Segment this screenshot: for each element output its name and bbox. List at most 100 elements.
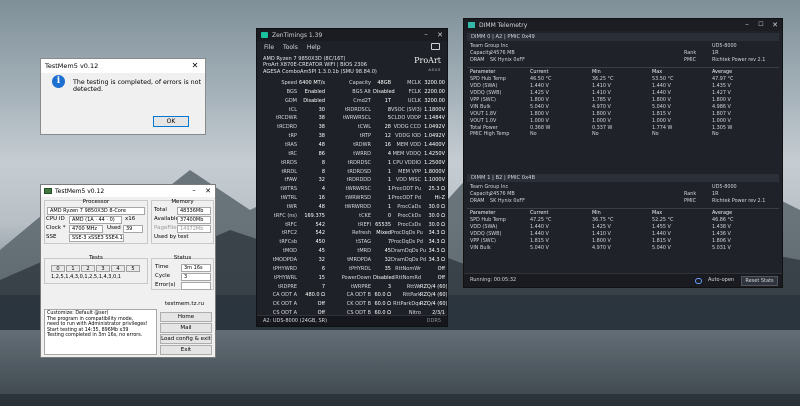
timing-row: GDM Disabled Cmd2T 1T UCLK 3200.00 — [257, 98, 447, 105]
dimm-statusbar: Running: 00:05:32 Auto-open Reset Stats — [464, 273, 782, 287]
timing-row: CA ODT A 480.0 Ω CA ODT B 60.0 Ω RttPark RZQ/… — [257, 292, 447, 299]
timing-value: 45 — [318, 248, 325, 255]
timing-label: ProcCaDs — [397, 203, 421, 210]
timing-value: Mixed — [376, 230, 391, 237]
clock-label: Clock * — [46, 225, 66, 231]
timing-row: tRFC 542 tREFI 65535 ProcCsDs 30.0 Ω — [257, 221, 447, 229]
timing-label: tCKE — [359, 212, 371, 219]
timing-label: tRRDS — [281, 159, 297, 166]
parameter-value: 53.50 °C — [652, 76, 674, 83]
parameter-value: 1.440 V — [652, 231, 671, 237]
close-icon[interactable]: ✕ — [433, 29, 447, 41]
timing-label: CA ODT A — [272, 292, 297, 299]
cpu-id-label: CPU ID — [46, 216, 65, 222]
timing-value: 1 — [387, 203, 391, 210]
timing-value: 30 — [318, 106, 325, 113]
dimm-titlebar[interactable]: DIMM Telemetry — [464, 19, 782, 31]
parameter-value: 5.040 V — [530, 244, 549, 251]
timing-value: 32 — [318, 257, 325, 263]
timing-value: 1 — [387, 195, 391, 202]
timing-label: MEM VDDQ — [392, 150, 421, 157]
parameter-value: 5.040 V — [652, 103, 671, 110]
timing-label: tSTAG — [355, 239, 371, 246]
minimize-icon[interactable]: – — [419, 29, 433, 41]
proart-logo-text: ProArt — [414, 56, 441, 65]
used-by-test-label: Used by test — [154, 234, 189, 240]
timing-label: tRFCsb — [279, 239, 297, 246]
test-cell: 2 — [81, 265, 95, 272]
timing-row: tRAS 48 tRDWR 16 MEM VDD 1.4400V — [257, 141, 447, 149]
column-label: Current — [530, 68, 549, 75]
timing-row: tWTRL 16 tWRWRSD 1 ProcODT Pd Hi-Z — [257, 195, 447, 202]
timing-label: tREFI — [358, 221, 371, 228]
close-icon[interactable]: ✕ — [185, 59, 205, 73]
close-icon[interactable]: ✕ — [768, 19, 782, 31]
timing-label: MCLK — [407, 80, 421, 86]
parameter-value: No — [530, 131, 537, 138]
site-link[interactable]: testmem.tz.ru — [165, 301, 204, 307]
timing-row: tRFCsb 450 tSTAG 7 ProcDqDs Pd 34.3 Ω — [257, 239, 447, 246]
dimm-column-header: Parameter Current Min Max Average — [464, 210, 782, 217]
status-header: Status — [173, 255, 192, 261]
exit-button[interactable]: Exit — [160, 345, 212, 355]
maximize-icon[interactable]: ☐ — [754, 19, 768, 31]
ok-button[interactable]: OK — [153, 116, 189, 127]
timing-value: 1.1484V — [424, 115, 445, 122]
timing-label: MEM VPP — [398, 168, 421, 175]
timing-row: tFAW 32 tRDRDDD 1 VDD MISC 1.1000V — [257, 177, 447, 184]
clock-field: 4700 MHz — [69, 225, 103, 233]
testmem-title: TestMem5 v0.12 — [55, 187, 105, 195]
log-line: Testing completed in 3m 16s, no errors. — [47, 333, 143, 339]
timing-value: 48 — [318, 141, 325, 148]
auto-open-toggle[interactable] — [695, 278, 702, 284]
load-config-exit-button[interactable]: Load config & exit — [160, 334, 212, 344]
timing-label: tWRRD — [353, 150, 371, 157]
menu-tools[interactable]: Tools — [283, 44, 298, 51]
timing-row: tCL 30 tRDRDSCL 8 VSOC (SVI3) 1.1800V — [257, 106, 447, 114]
dimm-info-row: Team Group Inc UD5-8000 — [464, 43, 782, 50]
home-button[interactable]: Home — [160, 312, 212, 322]
timing-label: CPU VDDIO — [392, 159, 421, 166]
timing-value: 3 — [387, 283, 391, 290]
parameter-value: 5.040 V — [652, 244, 671, 251]
dimm-info-field: UD5-8000 — [712, 184, 737, 190]
log-box[interactable]: Customize: Default @ser) The program in c… — [44, 309, 157, 355]
reset-stats-button[interactable]: Reset Stats — [741, 276, 778, 286]
parameter-value: No — [592, 131, 599, 138]
timing-label: DramDqDs Pu — [391, 248, 427, 255]
timing-value: 28 — [384, 124, 391, 131]
parameter-value: 1.436 V — [712, 231, 731, 237]
timing-value: 1.1800V — [424, 106, 445, 113]
dimm-info-field: 1R — [712, 190, 719, 197]
dialog-titlebar[interactable]: TestMem5 v0.12 — [41, 59, 205, 73]
minimize-icon[interactable]: – — [187, 185, 201, 197]
timing-row: tPHYWRL 15 PowerDown Disabled RttNomRd Off — [257, 275, 447, 282]
test-sequence: 1,2,5,1,4,3,0,1,2,5,1,4,3,0,1 — [51, 274, 121, 280]
timing-label: VDD MISC — [395, 177, 421, 184]
timing-value: 1 — [387, 186, 391, 193]
parameter-value: 1.410 V — [592, 90, 611, 96]
parameter-value: 1.440 V — [530, 224, 549, 231]
minimize-icon[interactable]: – — [740, 19, 754, 31]
pagefile-field: 14972Mb — [177, 225, 211, 233]
menu-file[interactable]: File — [264, 44, 274, 51]
parameter-value: 1.785 V — [592, 96, 611, 103]
timing-label: CK ODT A — [272, 301, 297, 308]
timing-value: Disabled — [373, 88, 395, 95]
timing-value: Hi-Z — [434, 195, 445, 202]
timing-label: FCLK — [408, 88, 421, 95]
parameter-value: 47.97 °C — [712, 76, 734, 83]
zentimings-window: ZenTimings 1.39 – ✕ File Tools Help AMD … — [256, 28, 448, 327]
dimm-info-row: DRAM SK Hynix 0xFF PMIC Richtek Power rev 2… — [464, 57, 782, 64]
parameter-value: 1.440 V — [530, 231, 549, 237]
mail-button[interactable]: Mail — [160, 323, 212, 333]
timing-value: RZQ/4 (60) — [420, 301, 448, 308]
close-icon[interactable]: ✕ — [201, 185, 215, 197]
timing-label: Capacity — [349, 80, 371, 86]
dimm-selector[interactable]: A2: UDS-8000 (24GB, SR) — [263, 318, 327, 324]
menu-help[interactable]: Help — [307, 44, 321, 51]
timing-label: Speed — [281, 80, 297, 86]
test-cell: 5 — [126, 265, 140, 272]
timing-label: RttPark — [402, 292, 421, 299]
screenshot-camera-icon[interactable] — [431, 43, 440, 50]
